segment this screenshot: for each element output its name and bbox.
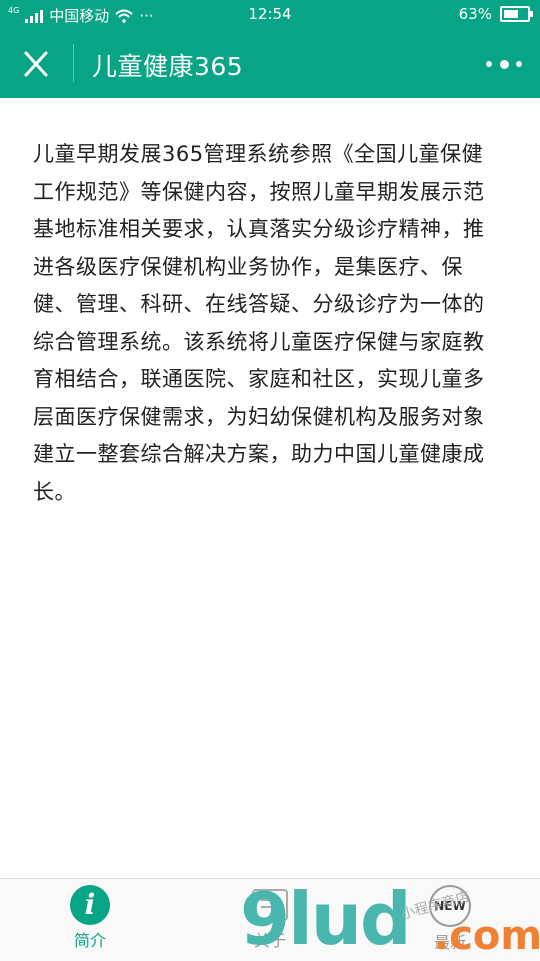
- page-title: 儿童健康365: [92, 52, 244, 81]
- tab-intro[interactable]: i 简介: [40, 885, 140, 951]
- tab-intro-label: 简介: [73, 931, 106, 950]
- info-icon: i: [70, 885, 110, 925]
- more-options-button[interactable]: [486, 54, 522, 74]
- tab-about[interactable]: 关于: [220, 885, 320, 951]
- tab-latest[interactable]: NEW 最新: [400, 885, 500, 953]
- about-icon: [252, 889, 288, 921]
- status-right: 63%: [458, 5, 533, 23]
- intro-text: 儿童早期发展365管理系统参照《全国儿童保健工作规范》等保健内容，按照儿童早期发…: [33, 142, 485, 504]
- close-icon: [24, 51, 48, 77]
- status-bar: 4G 中国移动 ··· 12:54 63%: [0, 0, 540, 30]
- more-dot: [499, 59, 509, 69]
- tab-bar: i 简介 关于 NEW 最新: [0, 878, 540, 961]
- more-dot: [516, 61, 522, 67]
- battery-fill: [504, 10, 518, 18]
- new-icon: NEW: [429, 885, 471, 927]
- tab-about-label: 关于: [253, 931, 286, 950]
- more-dot: [486, 61, 492, 67]
- battery-percent: 63%: [458, 5, 492, 23]
- close-button[interactable]: [18, 48, 54, 80]
- navigation-bar: 儿童健康365: [0, 30, 540, 98]
- navbar-divider: [73, 44, 74, 82]
- tab-latest-label: 最新: [433, 933, 466, 952]
- battery-icon: [500, 6, 533, 22]
